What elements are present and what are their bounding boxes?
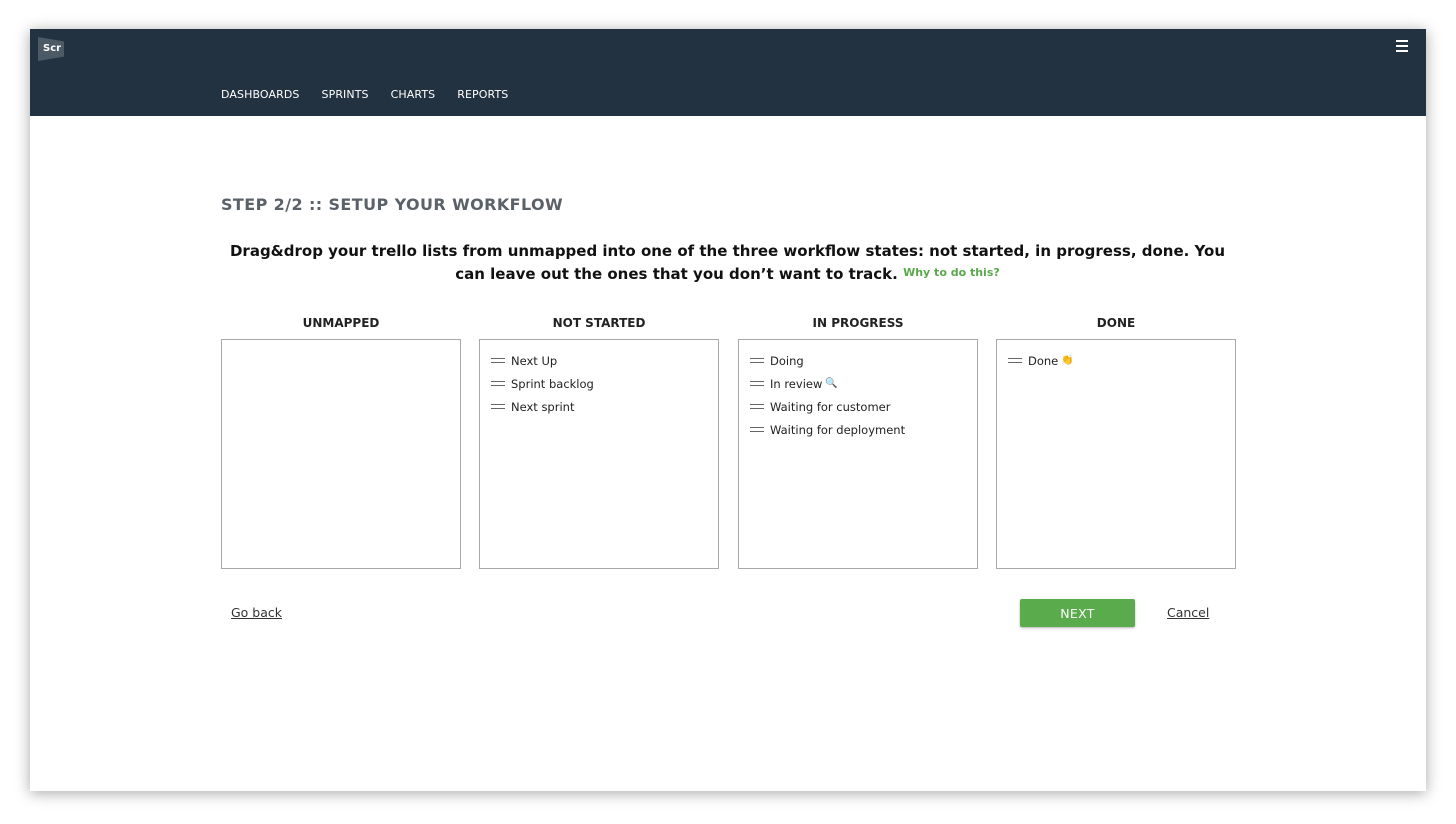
drag-handle-icon[interactable] — [491, 404, 505, 409]
dropzone-unmapped[interactable] — [221, 339, 461, 569]
card-label: Doing — [770, 353, 804, 368]
nav-sprints[interactable]: SPRINTS — [322, 88, 369, 101]
drag-handle-icon[interactable] — [491, 358, 505, 363]
column-unmapped: UNMAPPED — [221, 315, 461, 569]
list-card-next-up[interactable]: Next Up — [480, 349, 718, 372]
app-window: Scr DASHBOARDS SPRINTS CHARTS REPORTS ST… — [30, 29, 1426, 791]
dropzone-done[interactable]: Done 👏 — [996, 339, 1236, 569]
list-card-doing[interactable]: Doing — [739, 349, 977, 372]
card-label: Sprint backlog — [511, 376, 594, 391]
list-card-next-sprint[interactable]: Next sprint — [480, 395, 718, 418]
column-title-in-progress: IN PROGRESS — [812, 316, 904, 330]
card-label: Done — [1028, 353, 1059, 368]
menu-line — [1396, 50, 1408, 52]
column-title-unmapped: UNMAPPED — [302, 316, 380, 330]
app-logo[interactable]: Scr — [38, 37, 64, 61]
card-label: In review — [770, 376, 823, 391]
column-title-not-started: NOT STARTED — [552, 316, 646, 330]
menu-line — [1396, 45, 1408, 47]
main-nav: DASHBOARDS SPRINTS CHARTS REPORTS — [221, 88, 508, 101]
card-label: Waiting for customer — [770, 399, 891, 414]
hamburger-menu-icon[interactable] — [1396, 40, 1408, 52]
menu-line — [1396, 40, 1408, 42]
top-navigation-bar: Scr DASHBOARDS SPRINTS CHARTS REPORTS — [30, 29, 1426, 116]
list-card-waiting-for-customer[interactable]: Waiting for customer — [739, 395, 977, 418]
nav-dashboards[interactable]: DASHBOARDS — [221, 88, 300, 101]
card-label: Next sprint — [511, 399, 575, 414]
instructions-text: Drag&drop your trello lists from unmappe… — [229, 242, 1226, 283]
nav-reports[interactable]: REPORTS — [457, 88, 508, 101]
column-not-started: NOT STARTED Next Up Sprint backlog Next … — [479, 315, 719, 569]
drag-handle-icon[interactable] — [1008, 358, 1022, 363]
go-back-link[interactable]: Go back — [231, 605, 282, 620]
why-link[interactable]: Why to do this? — [903, 266, 1000, 279]
drag-handle-icon[interactable] — [750, 404, 764, 409]
clapping-hands-icon: 👏 — [1061, 355, 1074, 366]
dropzone-in-progress[interactable]: Doing In review 🔍 Waiting for customer W… — [738, 339, 978, 569]
drag-handle-icon[interactable] — [750, 381, 764, 386]
list-card-done[interactable]: Done 👏 — [997, 349, 1235, 372]
list-card-in-review[interactable]: In review 🔍 — [739, 372, 977, 395]
drag-handle-icon[interactable] — [491, 381, 505, 386]
instructions: Drag&drop your trello lists from unmappe… — [221, 241, 1234, 285]
drag-handle-icon[interactable] — [750, 358, 764, 363]
list-card-sprint-backlog[interactable]: Sprint backlog — [480, 372, 718, 395]
nav-charts[interactable]: CHARTS — [391, 88, 436, 101]
next-button[interactable]: NEXT — [1020, 599, 1135, 627]
column-done: DONE Done 👏 — [996, 315, 1236, 569]
column-in-progress: IN PROGRESS Doing In review 🔍 Waiting fo… — [738, 315, 978, 569]
card-label: Waiting for deployment — [770, 422, 906, 437]
cancel-link[interactable]: Cancel — [1167, 605, 1209, 620]
column-title-done: DONE — [1096, 316, 1136, 330]
drag-handle-icon[interactable] — [750, 427, 764, 432]
list-card-waiting-for-deployment[interactable]: Waiting for deployment — [739, 418, 977, 441]
card-label: Next Up — [511, 353, 558, 368]
page-title: STEP 2/2 :: SETUP YOUR WORKFLOW — [221, 195, 564, 214]
magnifier-icon: 🔍 — [825, 378, 838, 389]
dropzone-not-started[interactable]: Next Up Sprint backlog Next sprint — [479, 339, 719, 569]
